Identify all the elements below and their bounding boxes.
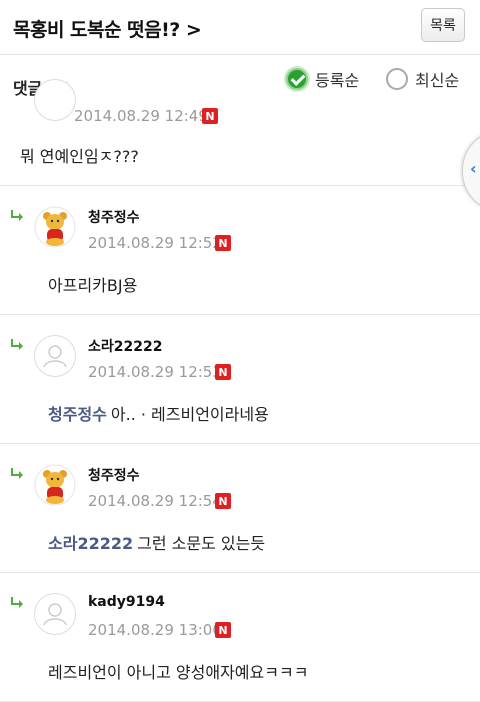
comment-nickname[interactable]: 소라22222	[88, 336, 162, 356]
reply-arrow-icon	[11, 339, 23, 350]
pooh-avatar-icon[interactable]	[34, 206, 76, 248]
comment-nickname[interactable]: kady9194	[88, 594, 165, 610]
comment-date: 2014.08.29 12:52	[88, 234, 222, 252]
comment-nickname[interactable]: 청주정수	[88, 207, 140, 227]
sort-registered-label: 등록순	[315, 71, 360, 90]
new-badge-icon: N	[215, 364, 231, 380]
sort-latest-label: 최신순	[415, 71, 460, 90]
list-button[interactable]: 목록	[421, 8, 465, 42]
comment-date: 2014.08.29 12:49	[74, 107, 208, 125]
default-user-icon[interactable]	[34, 335, 76, 377]
comment-body: 뭐 연예인임ㅈ???	[20, 147, 139, 166]
comment-date: 2014.08.29 13:00	[88, 621, 222, 639]
comment-item: 소라22222 2014.08.29 12:53 N 청주정수 아.. · 레즈비…	[0, 315, 480, 444]
sort-registered-option[interactable]: 등록순	[286, 67, 359, 91]
radio-checked-icon[interactable]	[286, 68, 308, 90]
reply-arrow-icon	[11, 597, 23, 608]
comment-date: 2014.08.29 12:53	[88, 363, 222, 381]
pooh-avatar-icon[interactable]	[34, 464, 76, 506]
mention-link[interactable]: 소라22222	[48, 534, 133, 553]
reply-arrow-icon	[11, 468, 23, 479]
reply-arrow-icon	[11, 210, 23, 221]
comment-nickname[interactable]: 청주정수	[88, 465, 140, 485]
comment-body-wrap: 소라22222 그런 소문도 있는듯	[48, 530, 265, 554]
comment-date: 2014.08.29 12:54	[88, 492, 222, 510]
new-badge-icon: N	[215, 235, 231, 251]
chevron-left-icon: ‹	[470, 159, 477, 178]
comment-item: 청주정수 2014.08.29 12:54 N 소라22222 그런 소문도 있는…	[0, 444, 480, 573]
comment-body: 아프리카BJ용	[48, 276, 138, 295]
comment-body-wrap: 청주정수 아.. · 레즈비언이라네용	[48, 401, 269, 425]
comment-item: 청주정수 2014.08.29 12:52 N 아프리카BJ용	[0, 186, 480, 315]
post-title[interactable]: 목홍비 도복순 떳음!? >	[13, 15, 202, 42]
comment-body: 아.. · 레즈비언이라네용	[110, 405, 269, 424]
radio-unchecked-icon[interactable]	[386, 68, 408, 90]
comment-item: kady9194 2014.08.29 13:00 N 레즈비언이 아니고 양성…	[0, 573, 480, 702]
default-user-icon	[34, 79, 76, 121]
sort-latest-option[interactable]: 최신순	[386, 67, 459, 91]
comment-body: 레즈비언이 아니고 양성애자예요ㅋㅋㅋ	[48, 663, 309, 682]
top-header: 목홍비 도복순 떳음!? > 목록	[0, 0, 480, 55]
new-badge-icon: N	[202, 108, 218, 124]
mention-link[interactable]: 청주정수	[48, 405, 107, 424]
default-user-icon[interactable]	[34, 593, 76, 635]
comment-item: 2014.08.29 12:49 N 뭐 연예인임ㅈ???	[0, 79, 480, 186]
comment-body: 그런 소문도 있는듯	[137, 534, 266, 553]
new-badge-icon: N	[215, 622, 231, 638]
new-badge-icon: N	[215, 493, 231, 509]
